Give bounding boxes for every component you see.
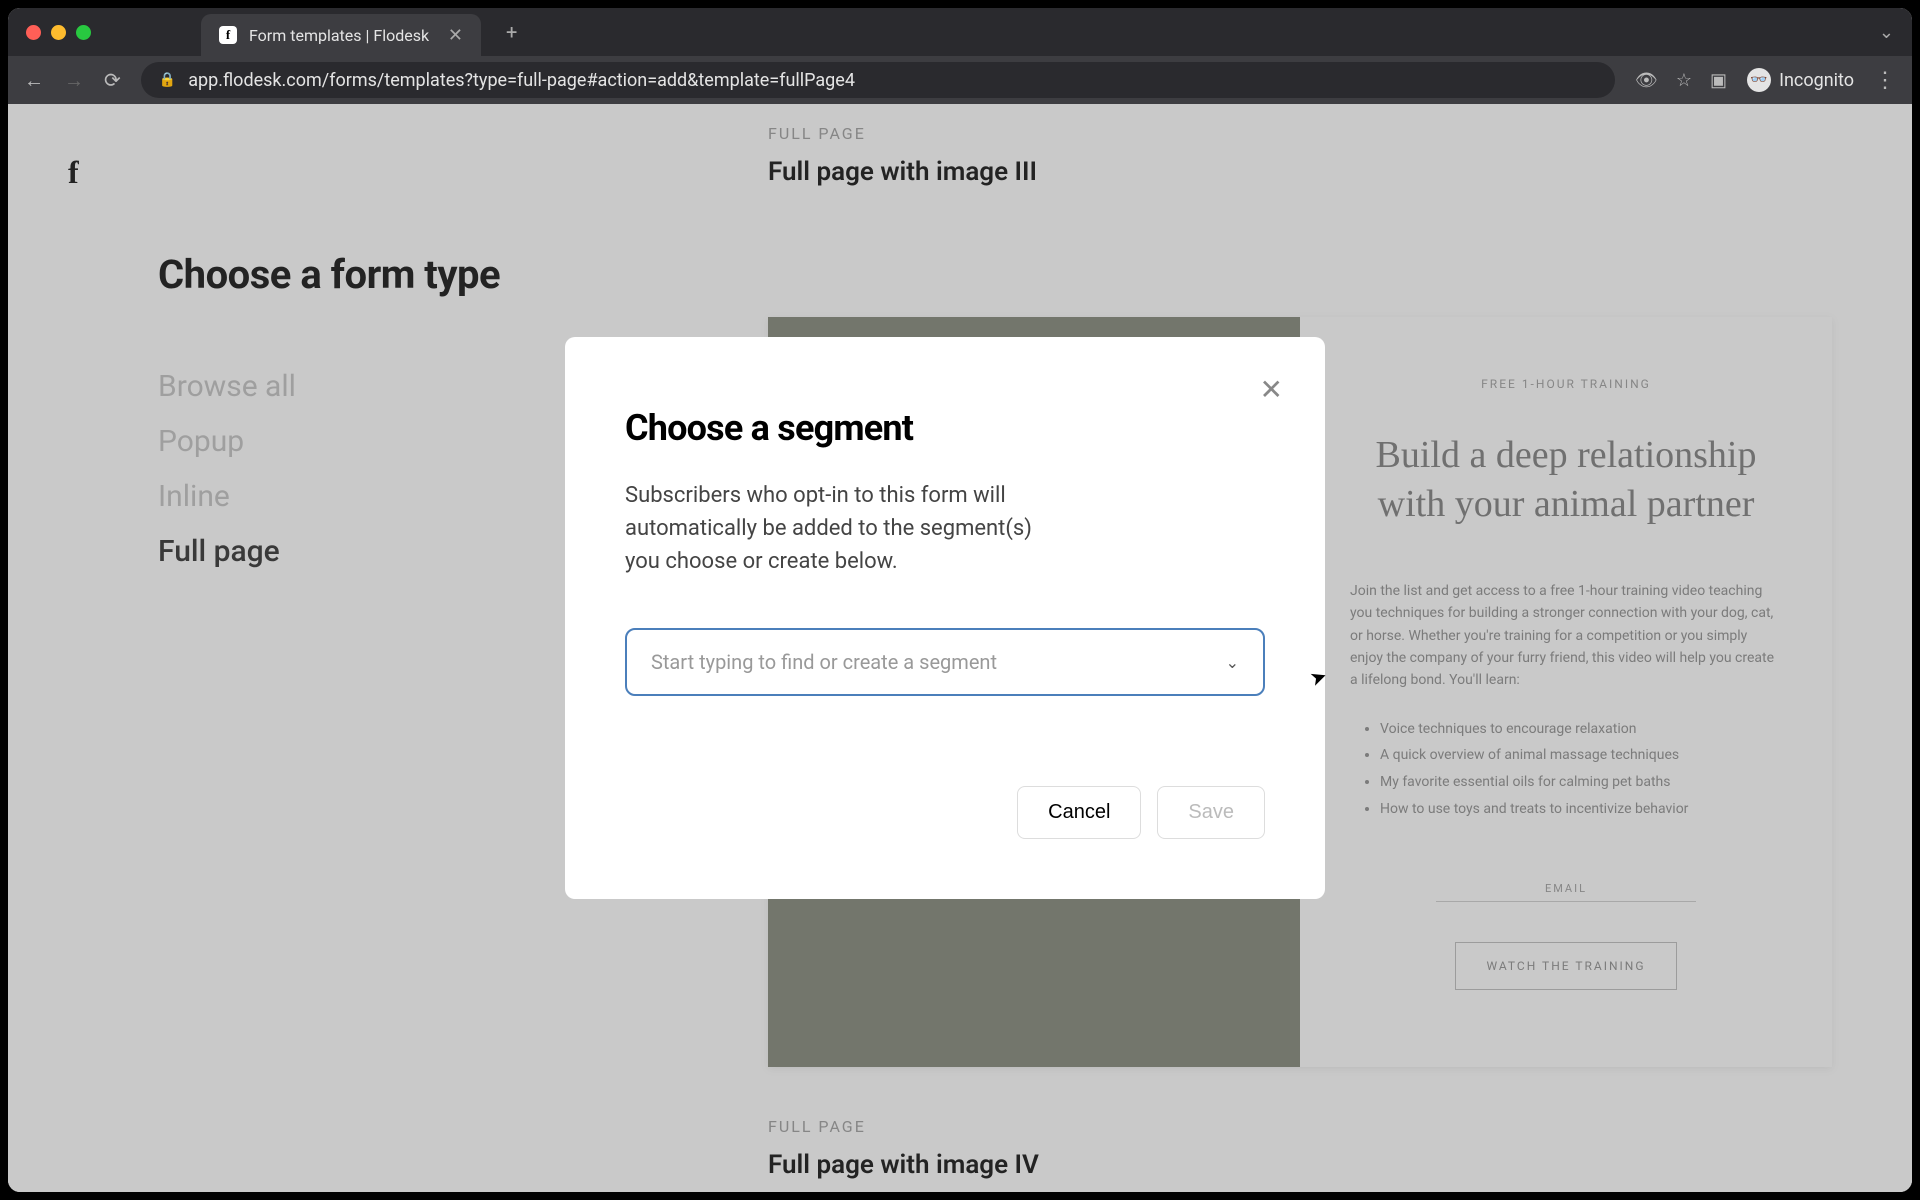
incognito-icon: 👓 (1747, 68, 1771, 92)
window-controls (26, 25, 91, 40)
segment-select-input[interactable]: Start typing to find or create a segment… (625, 628, 1265, 696)
new-tab-button[interactable]: + (506, 20, 517, 44)
tab-favicon: f (219, 26, 237, 44)
segment-placeholder: Start typing to find or create a segment (651, 650, 997, 674)
browser-toolbar: ← → ⟳ 🔒 app.flodesk.com/forms/templates?… (8, 56, 1912, 104)
close-window-button[interactable] (26, 25, 41, 40)
modal-description: Subscribers who opt-in to this form will… (625, 479, 1045, 578)
cancel-button[interactable]: Cancel (1017, 786, 1141, 839)
chevron-down-icon: ⌄ (1226, 653, 1239, 672)
maximize-window-button[interactable] (76, 25, 91, 40)
modal-actions: Cancel Save (625, 786, 1265, 839)
lock-icon: 🔒 (159, 72, 176, 88)
browser-menu-icon[interactable]: ⋮ (1874, 68, 1896, 93)
incognito-indicator[interactable]: 👓 Incognito (1747, 68, 1854, 92)
url-text: app.flodesk.com/forms/templates?type=ful… (188, 70, 1597, 91)
browser-tab[interactable]: f Form templates | Flodesk ✕ (201, 14, 481, 56)
tabs-dropdown-icon[interactable]: ⌄ (1879, 22, 1894, 43)
address-bar[interactable]: 🔒 app.flodesk.com/forms/templates?type=f… (141, 62, 1615, 98)
forward-button[interactable]: → (64, 68, 84, 93)
save-button[interactable]: Save (1157, 786, 1265, 839)
eye-off-icon[interactable]: 👁 (1635, 70, 1658, 91)
reload-button[interactable]: ⟳ (104, 68, 121, 92)
back-button[interactable]: ← (24, 68, 44, 93)
browser-titlebar: f Form templates | Flodesk ✕ + ⌄ (8, 8, 1912, 56)
panel-icon[interactable]: ▣ (1710, 70, 1727, 91)
incognito-label: Incognito (1779, 70, 1854, 91)
close-tab-icon[interactable]: ✕ (448, 25, 463, 46)
close-icon[interactable]: ✕ (1260, 373, 1283, 406)
modal-overlay[interactable]: ✕ Choose a segment Subscribers who opt-i… (8, 104, 1912, 1192)
modal-title: Choose a segment (625, 407, 1265, 449)
choose-segment-modal: ✕ Choose a segment Subscribers who opt-i… (565, 337, 1325, 899)
tab-title: Form templates | Flodesk (249, 26, 436, 45)
bookmark-icon[interactable]: ☆ (1676, 70, 1692, 91)
minimize-window-button[interactable] (51, 25, 66, 40)
